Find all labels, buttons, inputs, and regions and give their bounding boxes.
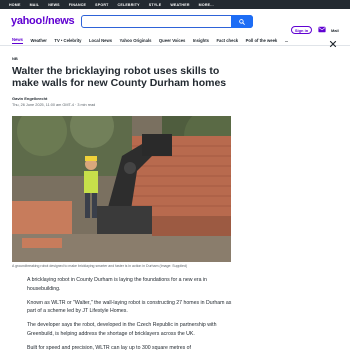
- nav-item-insights[interactable]: Insights: [193, 38, 209, 43]
- search-icon: [239, 18, 245, 25]
- nav-item-poll-of-the-week[interactable]: Poll of the week: [246, 38, 278, 43]
- photo-caption: A groundbreaking robot designed to make …: [12, 264, 188, 268]
- nav-item-tv-celebrity[interactable]: TV • Celebrity: [54, 38, 81, 43]
- bricklaying-robot-image: [12, 116, 231, 262]
- logo-text: yahoo!: [11, 15, 46, 27]
- search-input[interactable]: [81, 15, 253, 28]
- mail-label[interactable]: Mail: [331, 28, 339, 33]
- mail-icon[interactable]: [318, 26, 326, 33]
- topbar-finance-link[interactable]: FINANCE: [69, 3, 86, 7]
- nav-item-more[interactable]: ...: [285, 38, 289, 43]
- provider-logo[interactable]: NB: [12, 56, 18, 61]
- topbar-sport-link[interactable]: SPORT: [95, 3, 108, 7]
- topbar-celebrity-link[interactable]: CELEBRITY: [118, 3, 140, 7]
- author-name[interactable]: Gavin Engelbrecht: [12, 96, 47, 101]
- topbar-news-link[interactable]: NEWS: [48, 3, 60, 7]
- topbar-home-link[interactable]: HOME: [9, 3, 21, 7]
- nav-item-yahoo-originals[interactable]: Yahoo Originals: [120, 38, 152, 43]
- nav-item-fact-check[interactable]: Fact check: [216, 38, 238, 43]
- yahoo-news-logo[interactable]: yahoo!/news: [11, 15, 75, 27]
- sign-in-button[interactable]: Sign in: [291, 26, 312, 34]
- nav-item-queer-voices[interactable]: Queer Voices: [159, 38, 185, 43]
- article-meta: Thu, 26 June 2025, 11:00 am GMT-4 · 3 mi…: [12, 103, 96, 107]
- topbar-mail-link[interactable]: MAIL: [30, 3, 40, 7]
- article-paragraph: The developer says the robot, developed …: [27, 322, 217, 337]
- article-paragraph: A bricklaying robot in County Durham is …: [27, 277, 207, 292]
- nav-item-news[interactable]: News: [12, 37, 23, 44]
- nav-item-local-news[interactable]: Local News: [89, 38, 112, 43]
- masthead: yahoo!/news Sign in Mail: [0, 9, 350, 34]
- top-navigation-bar: HOME MAIL NEWS FINANCE SPORT CELEBRITY S…: [0, 0, 350, 9]
- article-photo: [12, 116, 231, 262]
- topbar-more-link[interactable]: MORE...: [199, 3, 214, 7]
- logo-suffix: /news: [45, 15, 75, 27]
- topbar-style-link[interactable]: STYLE: [149, 3, 162, 7]
- nav-item-weather[interactable]: Weather: [30, 38, 46, 43]
- article-paragraph: Known as WLTR or "Walter," the wall-layi…: [27, 299, 232, 315]
- topbar-weather-link[interactable]: WEATHER: [170, 3, 189, 7]
- search-button[interactable]: [231, 15, 253, 28]
- article-paragraph: Built for speed and precision, WLTR can …: [27, 345, 191, 352]
- article-body: A bricklaying robot in County Durham is …: [27, 276, 232, 358]
- nav-divider: [0, 45, 350, 46]
- close-icon[interactable]: [328, 39, 338, 49]
- article-headline: Walter the bricklaying robot uses skills…: [12, 65, 227, 89]
